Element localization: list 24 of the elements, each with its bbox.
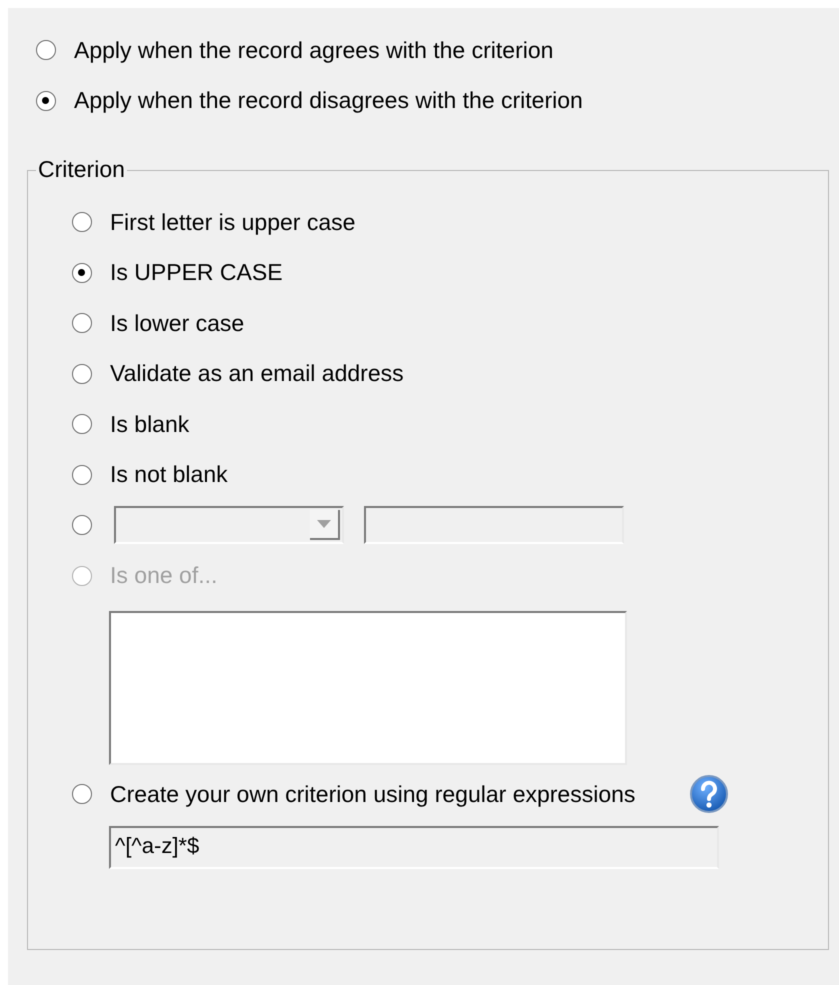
value-field[interactable] [364,506,624,544]
option-label: Is lower case [110,310,244,337]
option-label: First letter is upper case [110,208,356,236]
option-label: Validate as an email address [110,360,404,388]
regex-field[interactable]: ^[^a-z]*$ [109,826,719,868]
radio-button[interactable] [72,515,92,536]
radio-button[interactable] [36,90,56,111]
condition-dropdown[interactable] [114,506,344,544]
help-icon[interactable] [689,774,730,814]
radio-button[interactable] [72,313,92,334]
option-label: Is UPPER CASE [110,259,283,286]
option-label: Apply when the record agrees with the criterion [74,36,554,64]
radio-button[interactable] [72,414,92,434]
radio-button[interactable] [72,212,92,232]
radio-button[interactable] [72,464,92,485]
radio-button[interactable] [72,784,92,804]
radio-button[interactable] [36,40,56,60]
option-label: Is not blank [110,461,228,488]
option-label: Is one of... [110,562,218,590]
option-label: Create your own criterion using regular expressions [110,780,636,808]
radio-button[interactable] [72,364,92,384]
option-label: Apply when the record disagrees with the criterion [74,87,583,114]
radio-button[interactable] [72,262,92,283]
option-label: Is blank [110,410,190,438]
